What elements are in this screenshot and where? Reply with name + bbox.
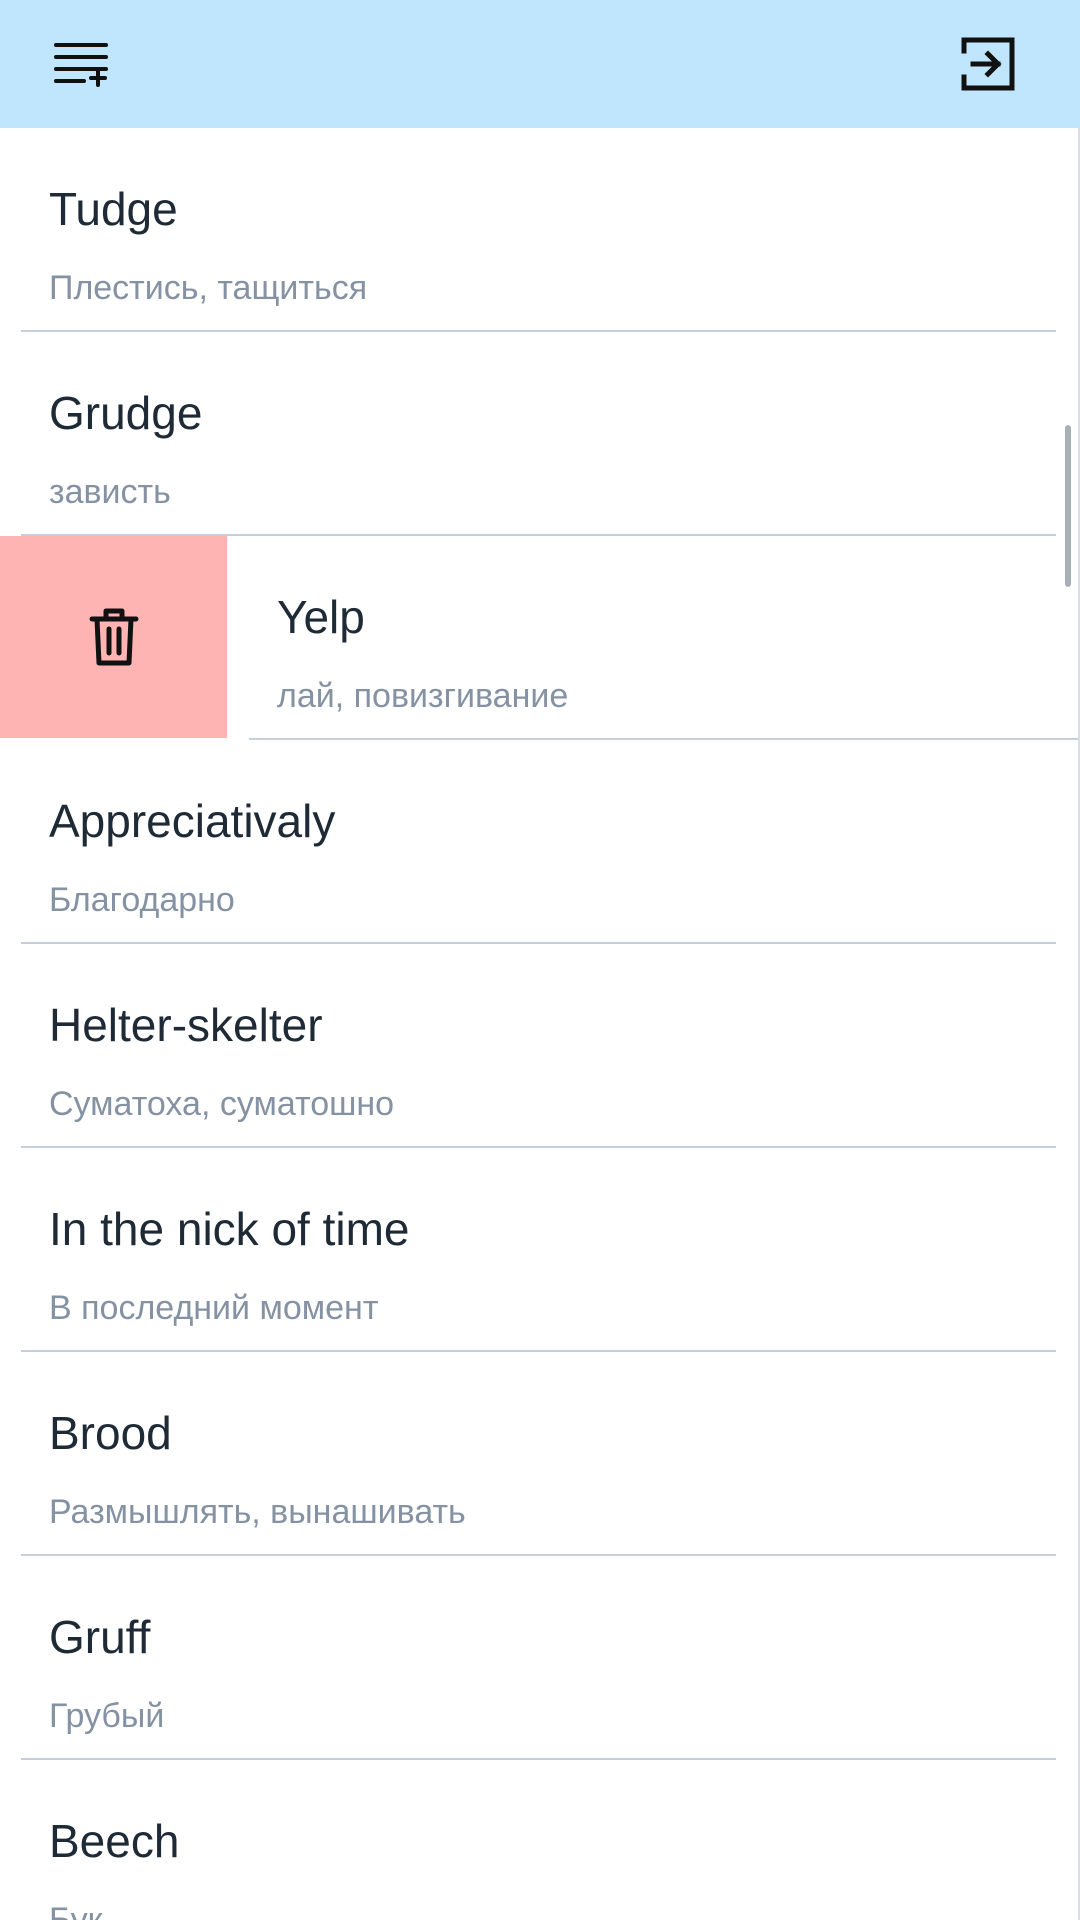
- word-text: In the nick of time: [49, 1203, 410, 1255]
- word-text: Gruff: [49, 1611, 151, 1663]
- list-item-swiped[interactable]: Yelp лай, повизгивание: [0, 536, 1080, 740]
- translation-text: Грубый: [49, 1697, 165, 1735]
- list-item-text: Beech Бук: [21, 1760, 1056, 1920]
- list-item-text: Yelp лай, повизгивание: [249, 536, 1080, 740]
- list-item-content: Beech Бук: [0, 1760, 1080, 1920]
- list-item[interactable]: Grudge зависть: [0, 332, 1080, 536]
- list-item-text: Gruff Грубый: [21, 1556, 1056, 1760]
- word-text: Yelp: [277, 591, 365, 643]
- playlist-add-icon: [54, 43, 108, 87]
- list-item-content: Gruff Грубый: [0, 1556, 1080, 1760]
- translation-text: лай, повизгивание: [277, 677, 569, 715]
- exit-button[interactable]: [948, 24, 1028, 104]
- list-item[interactable]: Tudge Плестись, тащиться: [0, 128, 1080, 332]
- word-text: Tudge: [49, 183, 178, 235]
- add-list-button[interactable]: [41, 24, 121, 104]
- translation-text: В последний момент: [49, 1289, 379, 1327]
- list-item[interactable]: In the nick of time В последний момент: [0, 1148, 1080, 1352]
- list-item-text: Brood Размышлять, вынашивать: [21, 1352, 1056, 1556]
- translation-text: Размышлять, вынашивать: [49, 1493, 466, 1531]
- list-item-content: In the nick of time В последний момент: [0, 1148, 1080, 1352]
- list-item[interactable]: Gruff Грубый: [0, 1556, 1080, 1760]
- list-item[interactable]: Brood Размышлять, вынашивать: [0, 1352, 1080, 1556]
- list-item-content: Helter-skelter Суматоха, суматошно: [0, 944, 1080, 1148]
- translation-text: Суматоха, суматошно: [49, 1085, 395, 1123]
- list-item[interactable]: Helter-skelter Суматоха, суматошно: [0, 944, 1080, 1148]
- list-item-content: Grudge зависть: [0, 332, 1080, 536]
- list-item[interactable]: Appreciativaly Благодарно: [0, 740, 1080, 944]
- list-item-text: Grudge зависть: [21, 332, 1056, 536]
- list-item-text: Helter-skelter Суматоха, суматошно: [21, 944, 1056, 1148]
- list-item-content: Appreciativaly Благодарно: [0, 740, 1080, 944]
- translation-text: Бук: [49, 1901, 103, 1920]
- translation-text: зависть: [49, 473, 171, 511]
- translation-text: Благодарно: [49, 881, 235, 919]
- list-item-text: In the nick of time В последний момент: [21, 1148, 1056, 1352]
- word-text: Beech: [49, 1815, 180, 1867]
- word-text: Appreciativaly: [49, 795, 336, 847]
- app-screen: Tudge Плестись, тащиться Grudge зависть: [0, 0, 1080, 1920]
- list-item[interactable]: Beech Бук: [0, 1760, 1080, 1920]
- word-text: Grudge: [49, 387, 203, 439]
- delete-button[interactable]: [0, 536, 227, 738]
- list-item-content: Tudge Плестись, тащиться: [0, 128, 1080, 332]
- login-exit-icon: [961, 37, 1015, 91]
- scrollbar-thumb[interactable]: [1065, 425, 1071, 587]
- word-list-container[interactable]: Tudge Плестись, тащиться Grudge зависть: [0, 128, 1080, 1920]
- translation-text: Плестись, тащиться: [49, 269, 368, 307]
- list-item-content: Yelp лай, повизгивание: [227, 536, 1080, 740]
- word-text: Brood: [49, 1407, 172, 1459]
- trash-icon: [89, 608, 138, 666]
- word-text: Helter-skelter: [49, 999, 323, 1051]
- list-item-text: Tudge Плестись, тащиться: [21, 128, 1056, 332]
- list-item-text: Appreciativaly Благодарно: [21, 740, 1056, 944]
- top-app-bar: [0, 0, 1080, 128]
- word-list: Tudge Плестись, тащиться Grudge зависть: [0, 128, 1080, 1920]
- list-item-content: Brood Размышлять, вынашивать: [0, 1352, 1080, 1556]
